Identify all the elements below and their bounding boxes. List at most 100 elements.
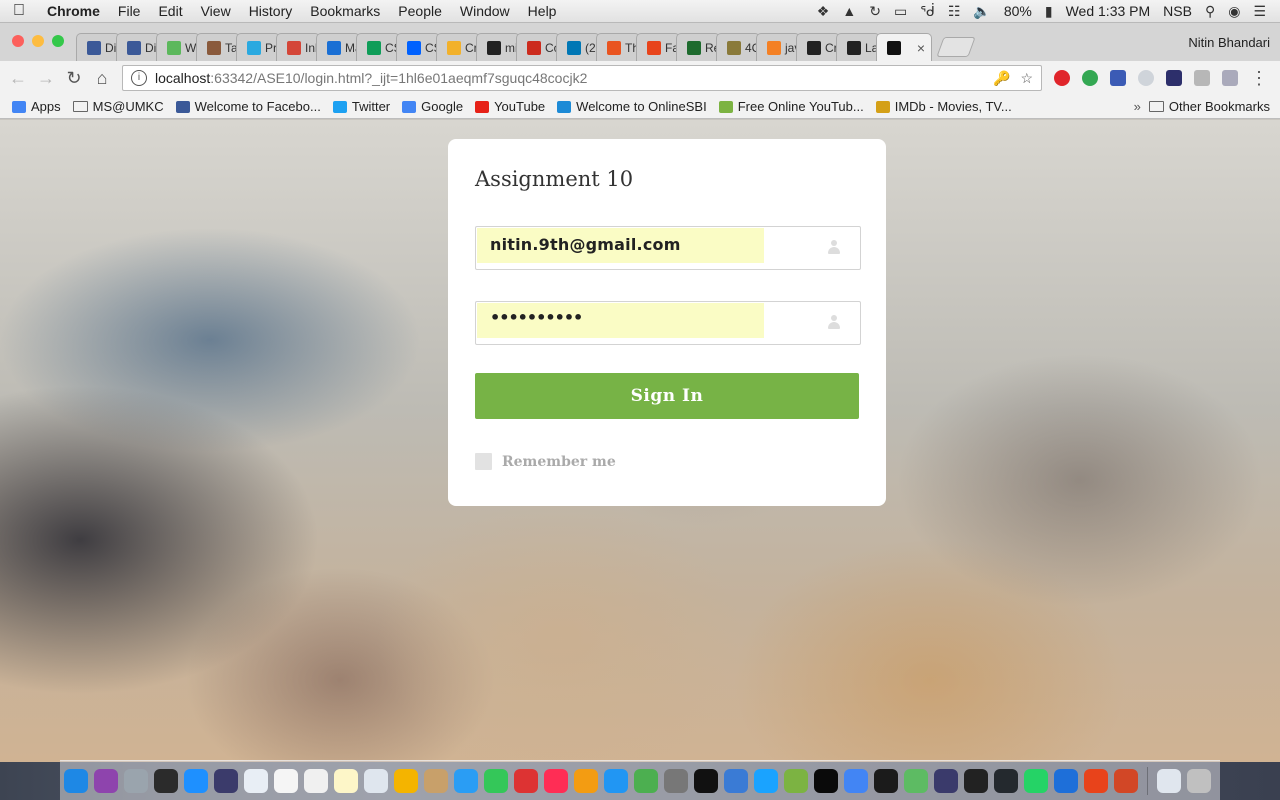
browser-tab[interactable]: Pr [236,33,280,61]
browser-tab[interactable]: Di [116,33,160,61]
key-icon[interactable]: 🔑 [993,70,1010,87]
dock-app-icon[interactable] [994,768,1018,793]
dark-extension-icon[interactable] [1166,70,1182,86]
dock-app-icon[interactable] [874,768,898,793]
browser-tab[interactable]: Di [76,33,120,61]
airplay-icon[interactable]: ▭ [894,3,907,20]
dock-app-icon[interactable] [424,768,448,793]
z-extension-icon[interactable] [1110,70,1126,86]
time-machine-icon[interactable]: ↻ [869,3,881,20]
green-extension-icon[interactable] [1082,70,1098,86]
new-tab-button[interactable] [936,37,976,57]
browser-tab[interactable]: Th [596,33,640,61]
dock-app-icon[interactable] [64,768,88,793]
dock-app-icon[interactable] [844,768,868,793]
browser-tab[interactable]: La [836,33,880,61]
other-bookmarks[interactable]: Other Bookmarks [1148,99,1270,114]
menu-edit[interactable]: Edit [149,3,191,19]
dock-app-icon[interactable] [184,768,208,793]
bluetooth-icon[interactable]: ᖂ [920,3,935,20]
dock-app-icon[interactable] [394,768,418,793]
close-tab-icon[interactable]: × [917,40,925,56]
dock-app-icon[interactable] [1157,768,1181,793]
browser-tab[interactable]: CS [396,33,440,61]
drive-status-icon[interactable]: ▲ [842,3,856,19]
bookmark-item[interactable]: MS@UMKC [72,99,164,114]
browser-tab[interactable]: Cr [796,33,840,61]
bookmark-item[interactable]: Free Online YouTub... [718,99,864,114]
browser-tab[interactable]: jav [756,33,800,61]
dock-app-icon[interactable] [754,768,778,793]
dock-app-icon[interactable] [334,768,358,793]
apple-menu-icon[interactable]:  [0,2,38,20]
dock-app-icon[interactable] [364,768,388,793]
dock-app-icon[interactable] [1024,768,1048,793]
pocket-extension-icon[interactable] [1194,70,1210,86]
menu-people[interactable]: People [389,3,451,19]
zoom-window-button[interactable] [52,35,64,47]
dock-app-icon[interactable] [904,768,928,793]
dock-app-icon[interactable] [514,768,538,793]
sign-in-button[interactable]: Sign In [475,373,859,419]
dock-app-icon[interactable] [214,768,238,793]
dock-app-icon[interactable] [814,768,838,793]
dock-app-icon[interactable] [934,768,958,793]
profile-name[interactable]: Nitin Bhandari [1188,35,1280,50]
site-info-icon[interactable]: i [131,70,147,86]
menu-app-name[interactable]: Chrome [38,3,109,19]
address-bar[interactable]: i localhost :63342/ASE10/login.html?_ijt… [122,65,1042,91]
dock-app-icon[interactable] [1084,768,1108,793]
menu-help[interactable]: Help [519,3,566,19]
dock-app-icon[interactable] [124,768,148,793]
dock-app-icon[interactable] [724,768,748,793]
battery-percent[interactable]: 80% [1004,3,1032,19]
bookmark-item[interactable]: IMDb - Movies, TV... [875,99,1012,114]
dropbox-status-icon[interactable]: ❖ [817,3,830,20]
browser-tab[interactable]: Re [676,33,720,61]
dock-app-icon[interactable] [1054,768,1078,793]
menubar-clock[interactable]: Wed 1:33 PM [1066,3,1151,19]
dock-app-icon[interactable] [274,768,298,793]
back-arrow-icon[interactable]: ← [4,68,32,89]
dock-app-icon[interactable] [604,768,628,793]
user-initials[interactable]: NSB [1163,3,1192,19]
menu-bookmarks[interactable]: Bookmarks [301,3,389,19]
chrome-menu-icon[interactable]: ⋮ [1250,68,1268,89]
browser-tab[interactable]: Co [516,33,560,61]
siri-icon[interactable]: ◉ [1228,3,1240,20]
spotlight-search-icon[interactable]: ⚲ [1205,3,1215,20]
browser-tab[interactable]: 4C [716,33,760,61]
bookmark-item[interactable]: Welcome to Facebo... [175,99,321,114]
browser-tab[interactable]: Cr [436,33,480,61]
dock-app-icon[interactable] [1187,768,1211,793]
browser-tab[interactable]: mi [476,33,520,61]
bookmark-item[interactable]: Twitter [332,99,390,114]
notification-center-icon[interactable]: ☰ [1253,3,1266,20]
dock-app-icon[interactable] [574,768,598,793]
browser-tab[interactable]: Inl [276,33,320,61]
bookmark-star-icon[interactable]: ☆ [1020,70,1033,87]
minimize-window-button[interactable] [32,35,44,47]
close-window-button[interactable] [12,35,24,47]
bookmark-item[interactable]: YouTube [475,99,545,114]
dock-app-icon[interactable] [94,768,118,793]
browser-tab[interactable]: Fa [636,33,680,61]
more-bookmarks-icon[interactable]: » [1134,99,1141,114]
browser-tab[interactable]: Ta [196,33,240,61]
dock-app-icon[interactable] [154,768,178,793]
volume-icon[interactable]: 🔈 [973,3,990,20]
dock-app-icon[interactable] [964,768,988,793]
bookmark-item[interactable]: Welcome to OnlineSBI [557,99,707,114]
dock-app-icon[interactable] [664,768,688,793]
browser-tab[interactable]: W [156,33,200,61]
dock-app-icon[interactable] [484,768,508,793]
menu-file[interactable]: File [109,3,150,19]
reload-icon[interactable]: ↻ [60,68,88,89]
w-extension-icon[interactable] [1222,70,1238,86]
browser-tab[interactable]: (2 [556,33,600,61]
opera-extension-icon[interactable] [1054,70,1070,86]
remember-me[interactable]: Remember me [475,453,616,470]
dock-app-icon[interactable] [244,768,268,793]
password-field[interactable]: •••••••••• [475,301,861,345]
menu-window[interactable]: Window [451,3,519,19]
